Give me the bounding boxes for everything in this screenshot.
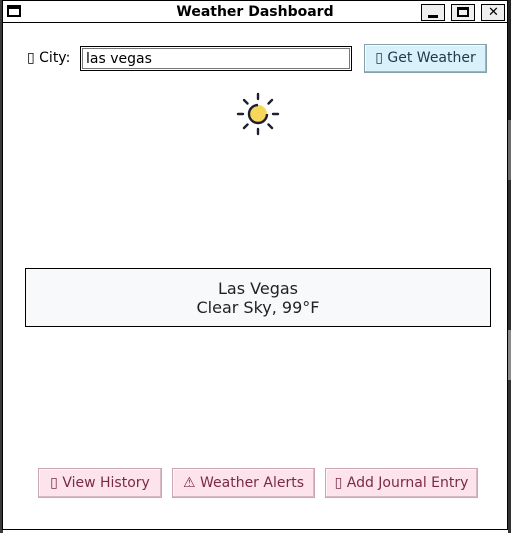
- close-button[interactable]: ✕: [481, 4, 505, 21]
- result-condition: Clear Sky, 99°F: [196, 298, 320, 317]
- app-window: Weather Dashboard ✕ ▯ City: ▯ Get Weathe…: [2, 0, 508, 530]
- minimize-button[interactable]: [421, 4, 445, 21]
- maximize-button[interactable]: [451, 4, 475, 21]
- weather-result-panel: Las Vegas Clear Sky, 99°F: [25, 268, 491, 327]
- weather-alerts-button[interactable]: ⚠ Weather Alerts: [172, 468, 315, 498]
- minimize-icon: [428, 15, 438, 18]
- maximize-icon: [457, 7, 469, 17]
- result-city: Las Vegas: [218, 279, 298, 298]
- city-label: ▯ City:: [27, 50, 71, 66]
- title-bar[interactable]: Weather Dashboard ✕: [3, 1, 507, 23]
- sun-icon: [236, 92, 280, 136]
- view-history-button[interactable]: ▯ View History: [38, 468, 162, 498]
- close-icon: ✕: [488, 5, 499, 20]
- add-journal-entry-button[interactable]: ▯ Add Journal Entry: [325, 468, 478, 498]
- city-input[interactable]: [80, 46, 352, 71]
- get-weather-button[interactable]: ▯ Get Weather: [364, 44, 487, 73]
